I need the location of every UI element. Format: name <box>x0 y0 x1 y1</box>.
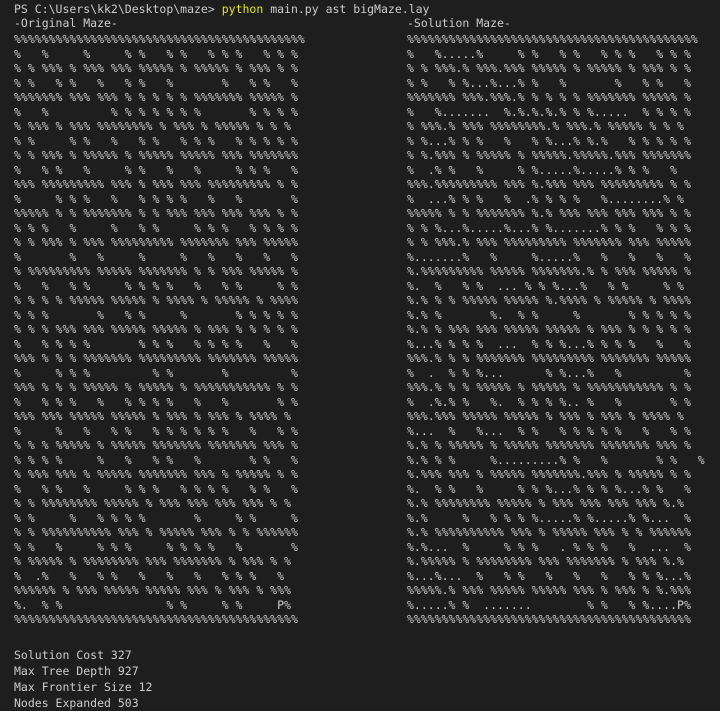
solution-maze-header: -Solution Maze- <box>407 16 511 30</box>
original-maze-header: -Original Maze- <box>14 16 118 30</box>
search-stats: Solution Cost 327 Max Tree Depth 927 Max… <box>14 647 152 711</box>
command-arguments: main.py ast bigMaze.lay <box>263 2 430 16</box>
original-maze-grid: %%%%%%%%%%%%%%%%%%%%%%%%%%%%%%%%%%%%%%%%… <box>14 32 305 626</box>
command-line: PS C:\Users\kk2\Desktop\maze> python mai… <box>14 2 429 16</box>
max-tree-depth: Max Tree Depth 927 <box>14 664 139 678</box>
terminal-window[interactable]: PS C:\Users\kk2\Desktop\maze> python mai… <box>0 0 720 711</box>
solution-maze-grid: %%%%%%%%%%%%%%%%%%%%%%%%%%%%%%%%%%%%%%%%… <box>407 32 705 626</box>
solution-cost: Solution Cost 327 <box>14 648 132 662</box>
prompt-path: PS C:\Users\kk2\Desktop\maze> <box>14 2 222 16</box>
command-executable: python <box>221 2 264 16</box>
nodes-expanded: Nodes Expanded 503 <box>14 696 139 710</box>
max-frontier-size: Max Frontier Size 12 <box>14 680 153 694</box>
